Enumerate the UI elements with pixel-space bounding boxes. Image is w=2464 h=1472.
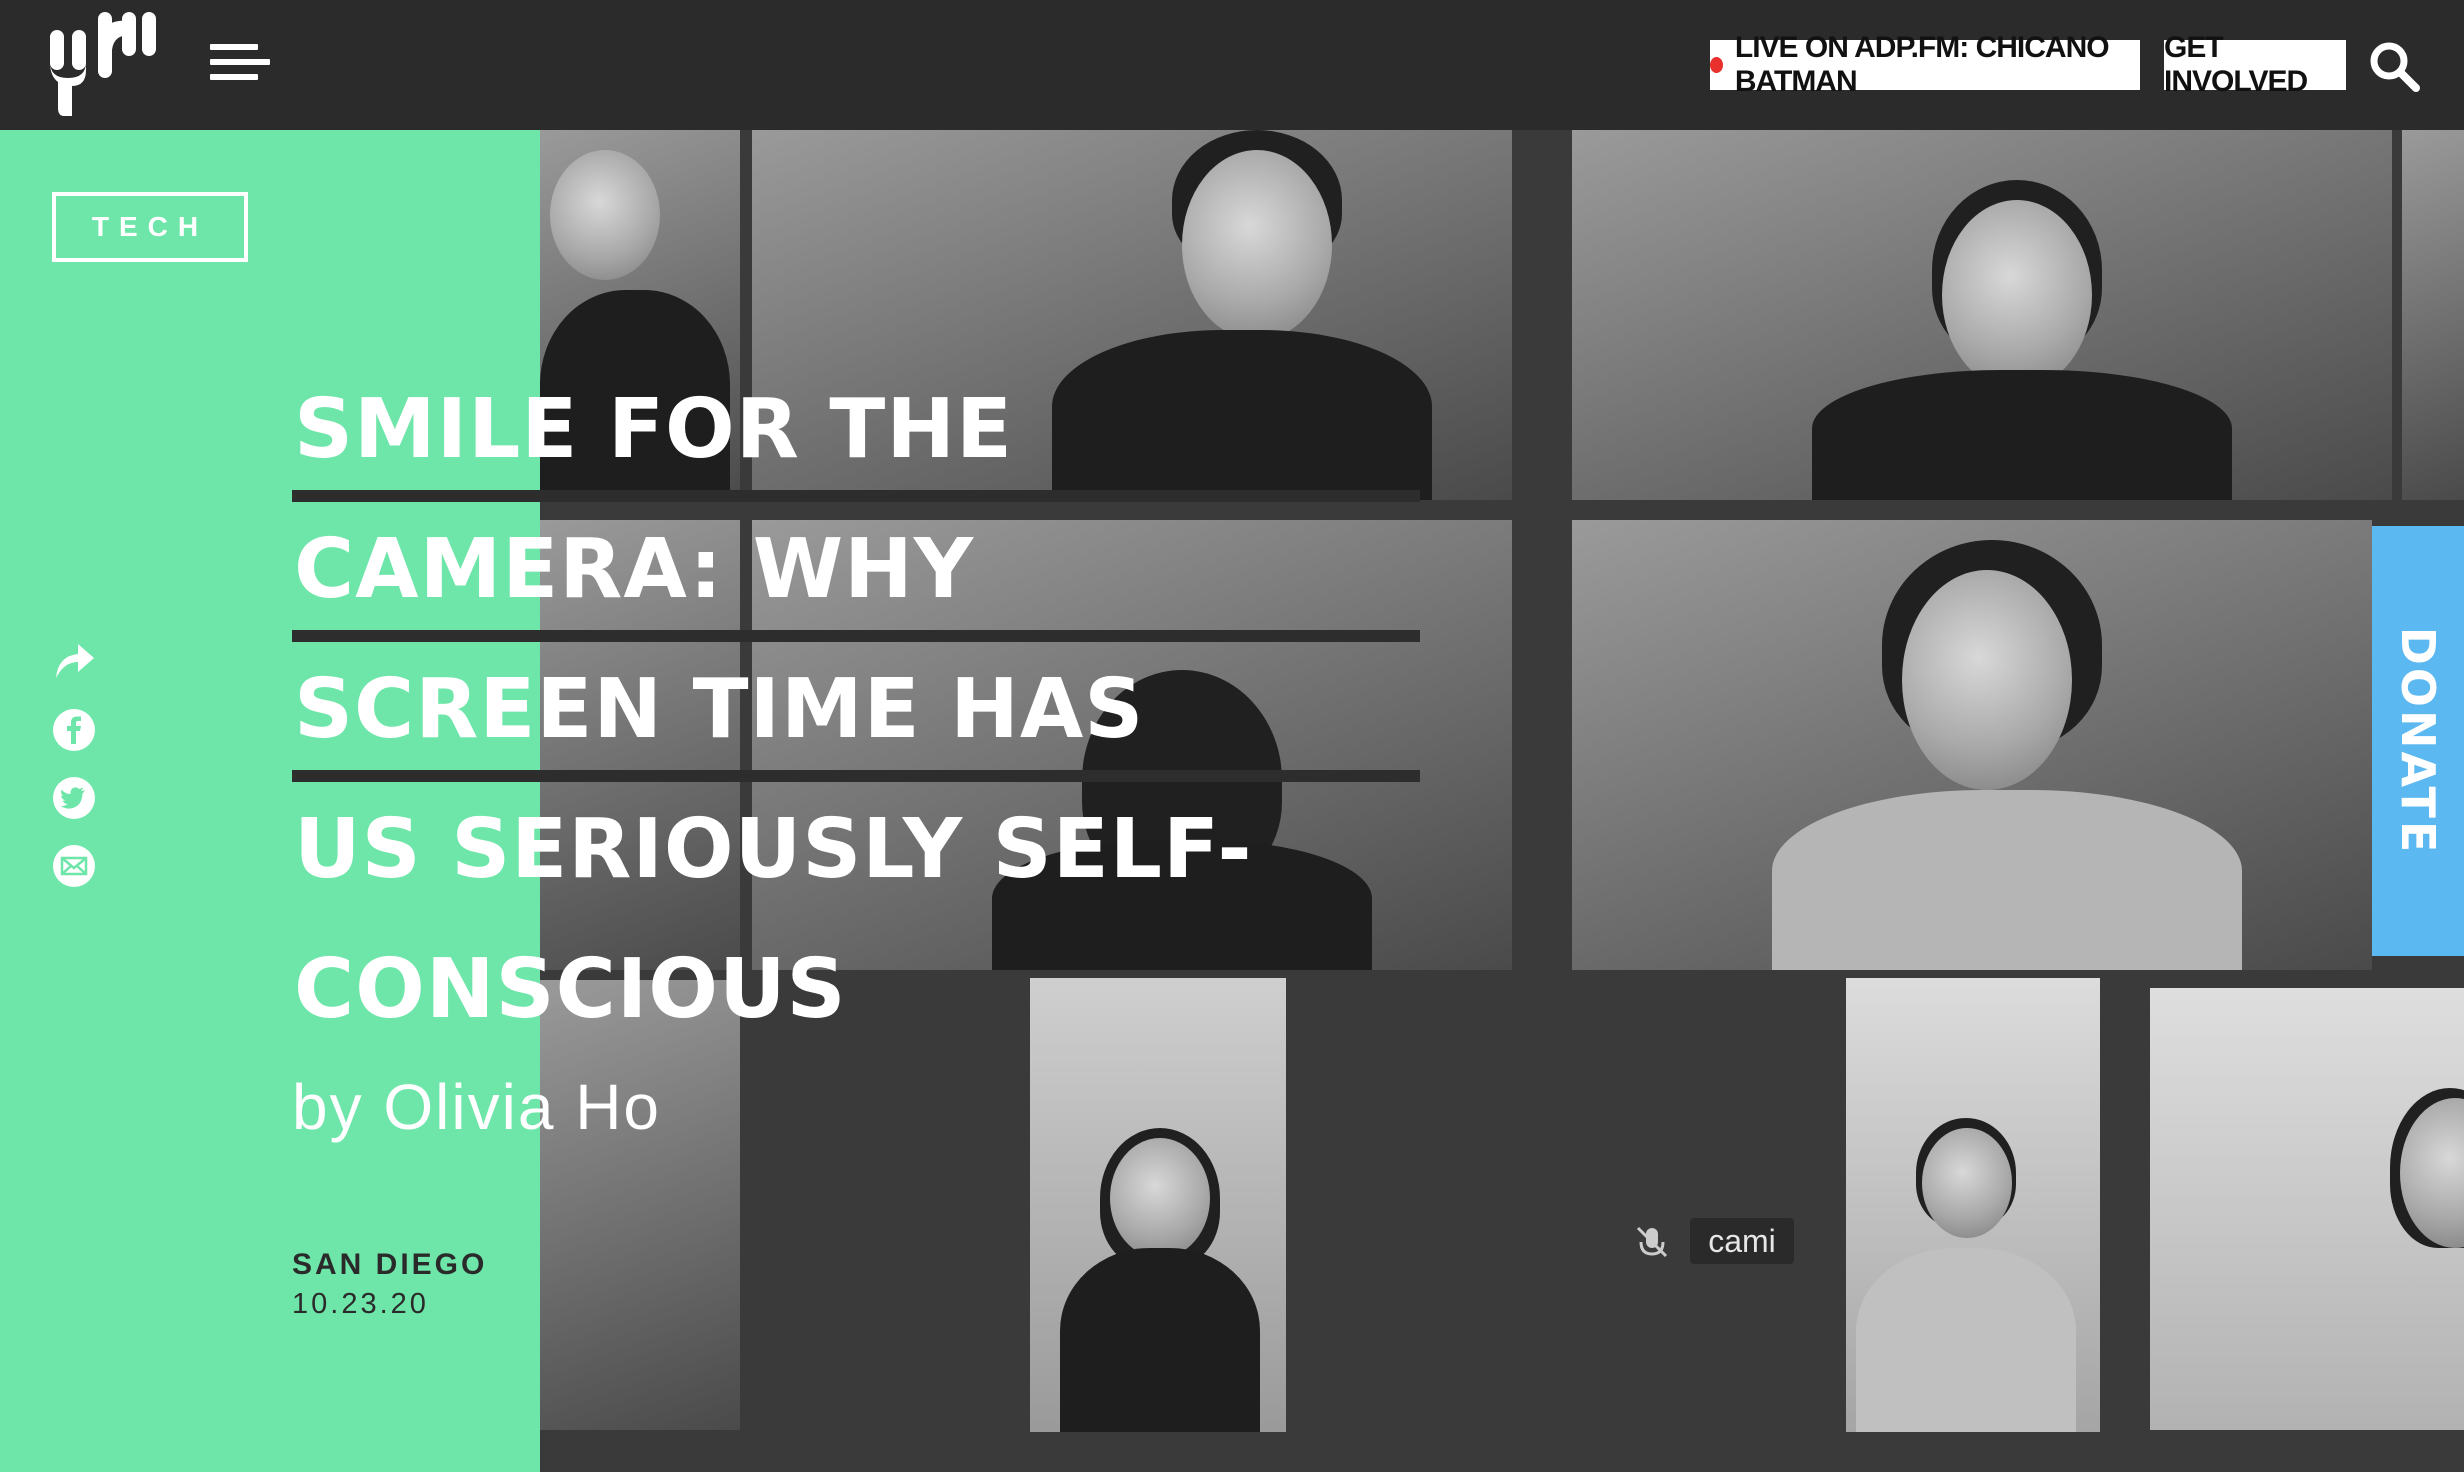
article-date: 10.23.20 [292,1288,429,1320]
participant-name-tag: cami [1690,1218,1794,1264]
headline-underline [292,770,1420,782]
facebook-icon[interactable] [52,708,96,752]
call-tile [1846,978,2100,1432]
headline-text: CONSCIOUS [294,942,847,1037]
article-location: SAN DIEGO [292,1248,488,1281]
headline-line: SCREEN TIME HAS [292,650,1422,790]
article-byline[interactable]: by Olivia Ho [292,1070,661,1144]
search-icon[interactable] [2368,40,2420,92]
get-involved-label: GET INVOLVED [2164,31,2308,98]
call-tile [2150,988,2464,1430]
call-tile [1572,130,2392,500]
headline-underline [292,630,1420,642]
headline-text: SCREEN TIME HAS [294,662,1145,757]
headline-text: US SERIOUSLY SELF- [294,802,1253,897]
twitter-icon[interactable] [52,776,96,820]
headline-line: CAMERA: WHY [292,510,1422,650]
top-navigation-bar: LIVE ON ADP.FM: CHICANO BATMAN GET INVOL… [0,0,2464,130]
headline-underline [292,490,1420,502]
menu-icon[interactable] [210,44,270,86]
email-icon[interactable] [52,844,96,888]
headline-line: US SERIOUSLY SELF- [292,790,1422,930]
headline-line: CONSCIOUS [292,930,1422,1070]
yr-logo[interactable] [50,12,160,116]
call-tile [1572,520,2372,970]
live-radio-button[interactable]: LIVE ON ADP.FM: CHICANO BATMAN [1710,31,2140,98]
article-headline: SMILE FOR THE CAMERA: WHY SCREEN TIME HA… [292,370,1422,1070]
headline-text: CAMERA: WHY [294,522,975,617]
get-involved-button[interactable]: GET INVOLVED [2164,31,2346,98]
call-tile [2402,130,2464,500]
live-indicator-dot [1710,57,1723,73]
donate-tab-button[interactable]: DONATE [2372,526,2464,956]
donate-label: DONATE [2391,626,2445,856]
headline-line: SMILE FOR THE [292,370,1422,510]
share-icon[interactable] [52,638,96,682]
category-tag-tech[interactable]: TECH [52,192,248,262]
mic-muted-icon [1636,1226,1668,1258]
headline-text: SMILE FOR THE [294,382,1013,477]
live-radio-label: LIVE ON ADP.FM: CHICANO BATMAN [1734,31,2110,98]
